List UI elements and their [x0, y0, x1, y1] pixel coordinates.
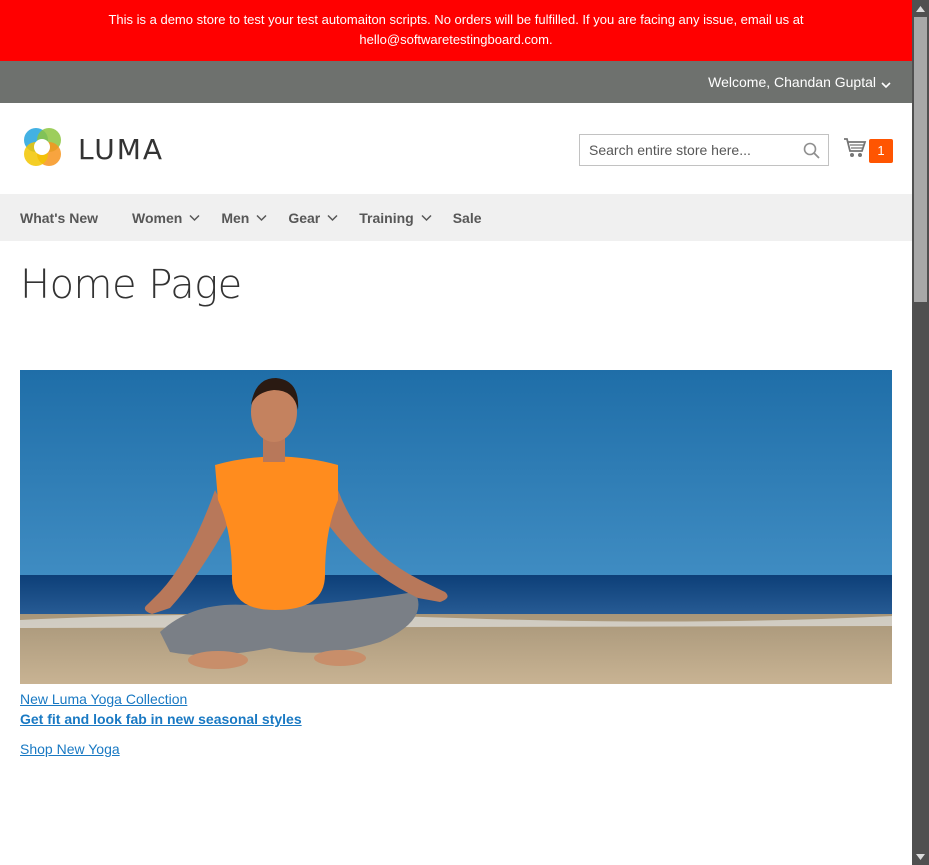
nav-item-training[interactable]: Training — [359, 210, 432, 226]
scroll-down-arrow-icon[interactable] — [912, 848, 929, 865]
demo-notice-bar: This is a demo store to test your test a… — [0, 0, 912, 61]
nav-item-whats-new[interactable]: What's New — [20, 210, 98, 226]
chevron-down-icon — [880, 76, 892, 89]
nav-item-label: Women — [132, 209, 183, 226]
shop-new-yoga-link[interactable]: Shop New Yoga — [20, 739, 302, 759]
scroll-up-arrow-icon[interactable] — [912, 0, 929, 17]
demo-notice-line-1: This is a demo store to test your test a… — [108, 12, 804, 27]
cart-count-badge: 1 — [869, 138, 893, 163]
chevron-down-icon — [420, 211, 433, 224]
minicart[interactable]: 1 — [843, 137, 893, 164]
store-logo[interactable]: LUMA — [20, 125, 164, 174]
nav-item-label: Training — [359, 209, 414, 226]
search-icon[interactable] — [802, 141, 822, 161]
chevron-down-icon — [255, 211, 268, 224]
top-bar: Welcome, Chandan Guptal — [0, 61, 912, 103]
main-navigation: What's New Women Men Gear Training Sale — [0, 194, 912, 241]
chevron-down-icon — [188, 211, 201, 224]
nav-item-men[interactable]: Men — [221, 210, 268, 226]
nav-item-label: Sale — [452, 209, 482, 226]
chevron-down-icon — [326, 211, 339, 224]
yoga-collection-link[interactable]: New Luma Yoga Collection — [20, 689, 302, 709]
nav-item-label: Gear — [288, 209, 321, 226]
nav-item-label: What's New — [20, 209, 99, 226]
header: LUMA 1 — [0, 103, 912, 194]
page: This is a demo store to test your test a… — [0, 0, 912, 865]
logo-text: LUMA — [78, 133, 165, 166]
search-box — [579, 134, 829, 166]
page-title: Home Page — [20, 262, 242, 308]
hero-banner-image[interactable] — [20, 370, 892, 684]
seasonal-styles-link[interactable]: Get fit and look fab in new seasonal sty… — [20, 709, 302, 729]
luma-logo-icon — [20, 125, 64, 174]
nav-item-sale[interactable]: Sale — [453, 210, 482, 226]
nav-item-label: Men — [221, 209, 250, 226]
nav-item-women[interactable]: Women — [132, 210, 201, 226]
scrollbar-thumb[interactable] — [914, 17, 927, 302]
hero-links: New Luma Yoga Collection Get fit and loo… — [20, 689, 302, 759]
welcome-text: Welcome, Chandan Guptal — [708, 74, 876, 90]
nav-item-gear[interactable]: Gear — [288, 210, 339, 226]
welcome-menu[interactable]: Welcome, Chandan Guptal — [708, 72, 892, 92]
search-input[interactable] — [580, 135, 816, 165]
demo-notice-line-2: hello@softwaretestingboard.com. — [359, 32, 553, 47]
page-scrollbar[interactable] — [912, 0, 929, 865]
cart-icon — [843, 137, 867, 164]
